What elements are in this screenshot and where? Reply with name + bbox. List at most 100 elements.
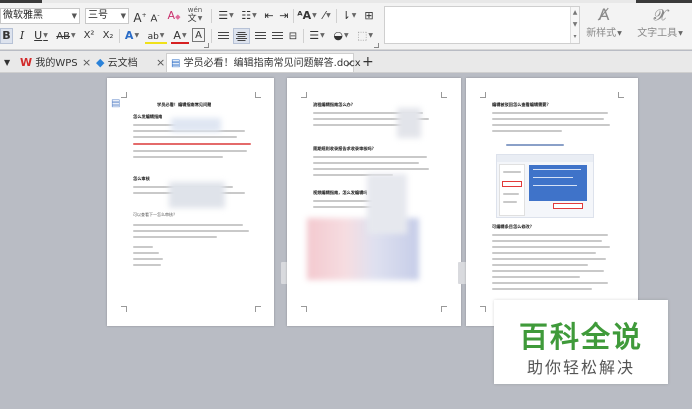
separator bbox=[293, 9, 294, 23]
separator bbox=[211, 9, 212, 23]
close-icon[interactable]: × bbox=[345, 54, 354, 73]
numbered-list-icon: ☷ bbox=[241, 9, 252, 22]
strip-block bbox=[636, 0, 692, 3]
pinyin-char-icon: 文▼ bbox=[187, 14, 203, 24]
clear-format-button[interactable]: A◆ bbox=[165, 8, 183, 24]
change-case-button[interactable]: ᴬA▼ bbox=[296, 8, 318, 24]
separator bbox=[119, 29, 120, 43]
watermark-subtitle: 助你轻松解决 bbox=[526, 358, 635, 377]
decrease-indent-button[interactable]: ⇤ bbox=[262, 8, 276, 24]
tab-document[interactable]: ▤ 学员必看！编辑指南常见问题解答.docx × bbox=[166, 53, 361, 73]
redacted-block bbox=[169, 182, 225, 208]
distributed-align-icon: ⊟ bbox=[288, 31, 298, 42]
tab-document-label: 学员必看！编辑指南常见问题解答.docx bbox=[183, 58, 361, 69]
style-gallery[interactable]: ▲ ▼ ▾ bbox=[384, 6, 580, 44]
numbered-list-button[interactable]: ☷▼ bbox=[238, 8, 260, 24]
wps-logo-icon: W bbox=[20, 56, 33, 69]
crop-mark bbox=[121, 306, 127, 312]
superscript-button[interactable]: X² bbox=[81, 28, 97, 44]
screenshot-dropdown bbox=[529, 165, 587, 201]
crop-mark bbox=[441, 92, 447, 98]
shrink-font-button[interactable]: A- bbox=[148, 8, 162, 24]
font-dialog-launcher-icon[interactable] bbox=[204, 43, 209, 48]
show-paragraph-marks-button[interactable]: ⇂▼ bbox=[339, 8, 359, 24]
text-tools-icon: 𝓧 bbox=[653, 5, 667, 24]
superscript-label: X² bbox=[83, 30, 95, 41]
style-gallery-scroll[interactable]: ▲ ▼ ▾ bbox=[570, 7, 579, 43]
new-style-button[interactable]: A̸ 新样式▼ bbox=[583, 6, 625, 40]
font-name-select[interactable]: 微软雅黑 ▼ bbox=[0, 8, 80, 24]
text-tools-button[interactable]: 𝓧 文字工具▼ bbox=[632, 5, 688, 40]
plus-icon: + bbox=[362, 54, 374, 70]
text-line bbox=[133, 150, 247, 152]
top-strip bbox=[0, 0, 692, 3]
chinese-layout-button[interactable]: ⁄▼ bbox=[320, 8, 334, 24]
tab-cloud-docs[interactable]: ◆ 云文档 × bbox=[96, 53, 166, 72]
page3-heading-1: 编辑被驳回怎么查看编辑需要？ bbox=[492, 102, 551, 107]
distributed-align-button[interactable]: ⊟ bbox=[286, 28, 300, 44]
strikethrough-label: AB bbox=[56, 31, 71, 42]
subscript-button[interactable]: X₂ bbox=[100, 28, 116, 44]
text-line bbox=[133, 230, 249, 232]
dropdown-line bbox=[533, 177, 573, 178]
text-line bbox=[492, 246, 610, 248]
text-line bbox=[133, 236, 217, 238]
font-size-select[interactable]: 三号 ▼ bbox=[85, 8, 129, 24]
align-left-button[interactable] bbox=[215, 28, 231, 44]
grow-font-button[interactable]: A+ bbox=[133, 8, 147, 25]
tab-my-wps-label: 我的WPS bbox=[35, 58, 78, 69]
document-icon: ▤ bbox=[171, 58, 181, 69]
text-line bbox=[503, 193, 519, 195]
change-case-icon: ᴬA bbox=[297, 9, 312, 22]
text-line bbox=[492, 118, 604, 120]
align-center-button[interactable] bbox=[233, 28, 250, 44]
font-color-button[interactable]: A▼ bbox=[170, 28, 190, 44]
text-line bbox=[503, 171, 521, 173]
text-line bbox=[313, 124, 409, 126]
chevron-down-icon: ▼ bbox=[4, 58, 11, 67]
borders-button[interactable]: ⬚▼ bbox=[354, 28, 376, 44]
strip-block bbox=[0, 0, 42, 3]
shading-button[interactable]: ◒▼ bbox=[330, 28, 352, 44]
paragraph-dialog-launcher-icon[interactable] bbox=[374, 43, 379, 48]
crop-mark bbox=[441, 306, 447, 312]
page2-heading-2: 周期规则收录报告求收录审核吗？ bbox=[313, 146, 376, 151]
embedded-screenshot bbox=[496, 154, 594, 218]
align-right-icon bbox=[254, 31, 266, 41]
document-page-2[interactable]: 流程编辑指南怎么办？ 周期规则收录报告求收录审核吗？ 视频编辑指南，怎么发编辑吗 bbox=[287, 78, 461, 326]
highlight-color-button[interactable]: ab▼ bbox=[144, 28, 168, 44]
text-line bbox=[133, 258, 163, 260]
text-line bbox=[313, 162, 419, 164]
document-page-1[interactable]: ▤ 学员必看！编辑指南常见问题 怎么发编辑指南 怎么审核 可以查看下一怎么审核？ bbox=[107, 78, 274, 326]
bold-button[interactable]: B bbox=[0, 28, 13, 44]
increase-indent-button[interactable]: ⇥ bbox=[277, 8, 291, 24]
crop-mark bbox=[480, 92, 486, 98]
underline-button[interactable]: U▼ bbox=[31, 28, 51, 44]
line-spacing-button[interactable]: ☰▼ bbox=[306, 28, 328, 44]
align-right-button[interactable] bbox=[252, 28, 268, 44]
document-nav-icon[interactable]: ▤ bbox=[111, 98, 120, 109]
italic-button[interactable]: I bbox=[16, 28, 28, 44]
justify-button[interactable] bbox=[269, 28, 285, 44]
close-icon[interactable]: × bbox=[82, 53, 91, 72]
tab-my-wps[interactable]: W 我的WPS × bbox=[20, 53, 94, 72]
strikethrough-button[interactable]: AB▼ bbox=[54, 28, 78, 44]
text-effect-button[interactable]: A▼ bbox=[122, 28, 142, 44]
document-page-3[interactable]: 编辑被驳回怎么查看编辑需要？ 可编辑条目怎么修改？ bbox=[466, 78, 638, 326]
new-tab-button[interactable]: + bbox=[362, 53, 376, 72]
char-border-button[interactable]: A bbox=[192, 28, 205, 42]
pinyin-guide-button[interactable]: wén 文▼ bbox=[184, 6, 206, 24]
bullet-list-button[interactable]: ☰▼ bbox=[215, 8, 237, 24]
paint-bucket-icon: ◒ bbox=[333, 29, 343, 42]
text-line bbox=[492, 264, 588, 266]
separator bbox=[303, 29, 304, 43]
chinese-layout-icon: ⁄ bbox=[323, 9, 326, 22]
table-button[interactable]: ⊞ bbox=[361, 8, 377, 24]
crop-mark bbox=[301, 92, 307, 98]
crop-mark bbox=[121, 92, 127, 98]
close-icon[interactable]: × bbox=[156, 53, 165, 72]
text-line bbox=[492, 234, 608, 236]
tab-list-chevron[interactable]: ▼ bbox=[4, 53, 16, 72]
crop-mark bbox=[255, 92, 261, 98]
redacted-block bbox=[171, 118, 221, 132]
